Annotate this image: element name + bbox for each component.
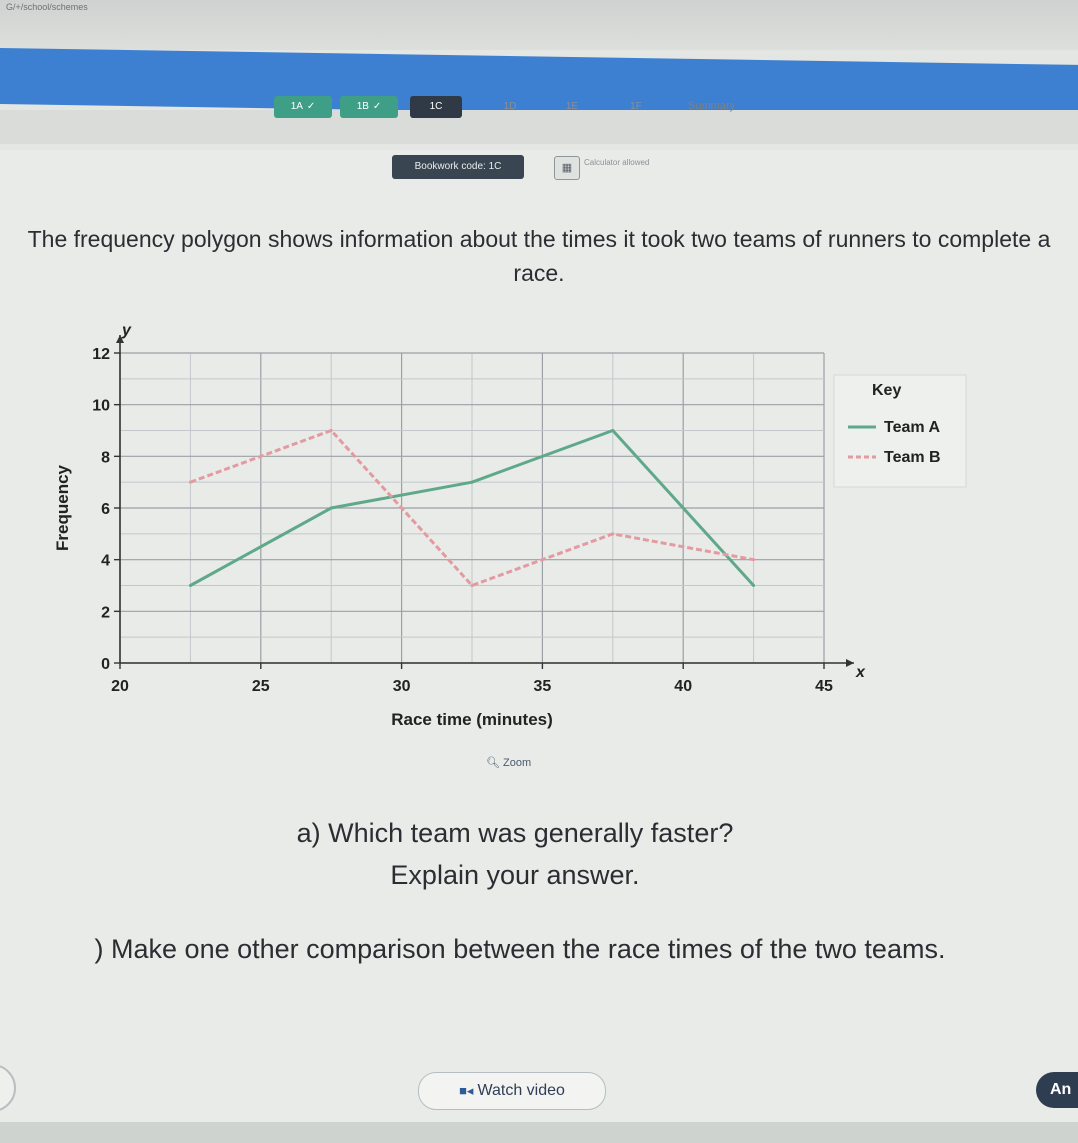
tab-1a[interactable]: 1A ✓ <box>274 96 332 118</box>
frequency-polygon-chart: 20 25 30 35 40 45 0 2 4 6 8 10 12 x y Race time (minute… <box>53 322 967 729</box>
data-point-team-a <box>752 584 756 587</box>
y-tick-label: 0 <box>101 656 110 673</box>
question-part-a: a) Which team was generally faster? Expl… <box>0 812 1030 896</box>
data-point-team-b <box>188 480 192 484</box>
tab-label: 1B <box>356 101 369 112</box>
tab-1e[interactable]: 1E <box>552 96 592 118</box>
answer-button[interactable]: An <box>1036 1072 1078 1108</box>
x-axis-symbol: x <box>855 664 866 681</box>
data-point-team-a <box>611 429 615 432</box>
zoom-label: Zoom <box>503 757 532 769</box>
calculator-note: Calculator allowed <box>584 158 650 167</box>
magnifier-icon: 🔍︎ <box>486 757 500 769</box>
x-tick-label: 45 <box>815 678 833 695</box>
legend-title: Key <box>872 382 901 399</box>
video-camera-icon: ■◂ <box>459 1083 474 1098</box>
x-axis-arrow-icon <box>846 659 854 667</box>
y-tick-label: 8 <box>101 449 110 466</box>
tab-label: 1F <box>630 101 642 112</box>
y-tick-label: 10 <box>92 398 110 415</box>
x-tick-label: 40 <box>674 678 692 695</box>
calculator-icon: ▦ <box>554 156 580 180</box>
y-axis-symbol: y <box>121 322 132 339</box>
url-text: G/+/school/schemes <box>6 2 88 12</box>
data-point-team-b <box>611 532 615 536</box>
tab-label: 1C <box>429 101 443 112</box>
tab-1d[interactable]: 1D <box>490 96 530 118</box>
tab-1f[interactable]: 1F <box>616 96 656 118</box>
check-icon: ✓ <box>372 101 382 112</box>
data-point-team-a <box>470 480 474 484</box>
y-tick-label: 12 <box>92 346 110 363</box>
watch-video-button[interactable]: ■◂ Watch video <box>418 1072 606 1110</box>
data-point-team-b <box>329 429 333 432</box>
data-point-team-b <box>752 558 756 562</box>
tab-label: 1D <box>503 101 517 112</box>
part-a-instruction: Explain your answer. <box>390 860 640 890</box>
x-tick-label: 35 <box>534 678 552 695</box>
part-a-question: a) Which team was generally faster? <box>296 818 734 848</box>
y-axis-label: Frequency <box>53 464 72 551</box>
x-axis-label: Race time (minutes) <box>391 710 553 729</box>
question-part-b: ) Make one other comparison between the … <box>94 934 946 964</box>
legend-label: Team A <box>884 419 940 436</box>
y-tick-label: 6 <box>101 501 110 518</box>
tab-1b[interactable]: 1B ✓ <box>340 96 398 118</box>
x-tick-label: 30 <box>393 678 411 695</box>
tab-strip-background <box>0 110 1078 144</box>
bottom-strip <box>0 1122 1078 1143</box>
tab-label: 1E <box>565 101 579 112</box>
y-tick-label: 4 <box>101 553 110 570</box>
check-icon: ✓ <box>306 101 316 112</box>
watch-video-label: Watch video <box>477 1082 565 1099</box>
question-intro: The frequency polygon shows information … <box>27 226 1051 286</box>
x-tick-label: 25 <box>252 678 270 695</box>
y-tick-label: 2 <box>101 604 110 621</box>
tab-label: 1A <box>290 101 303 112</box>
data-point-team-b <box>470 584 474 587</box>
legend-label: Team B <box>884 449 941 466</box>
browser-top-strip: G/+/school/schemes <box>0 0 1078 50</box>
zoom-button[interactable]: 🔍︎ Zoom <box>486 756 531 769</box>
data-point-team-a <box>188 584 192 587</box>
tab-1c[interactable]: 1C <box>410 96 462 118</box>
bookwork-code-badge: Bookwork code: 1C <box>392 155 524 179</box>
tab-summary[interactable]: Summary <box>688 100 735 112</box>
x-tick-label: 20 <box>111 678 129 695</box>
data-point-team-a <box>329 506 333 510</box>
